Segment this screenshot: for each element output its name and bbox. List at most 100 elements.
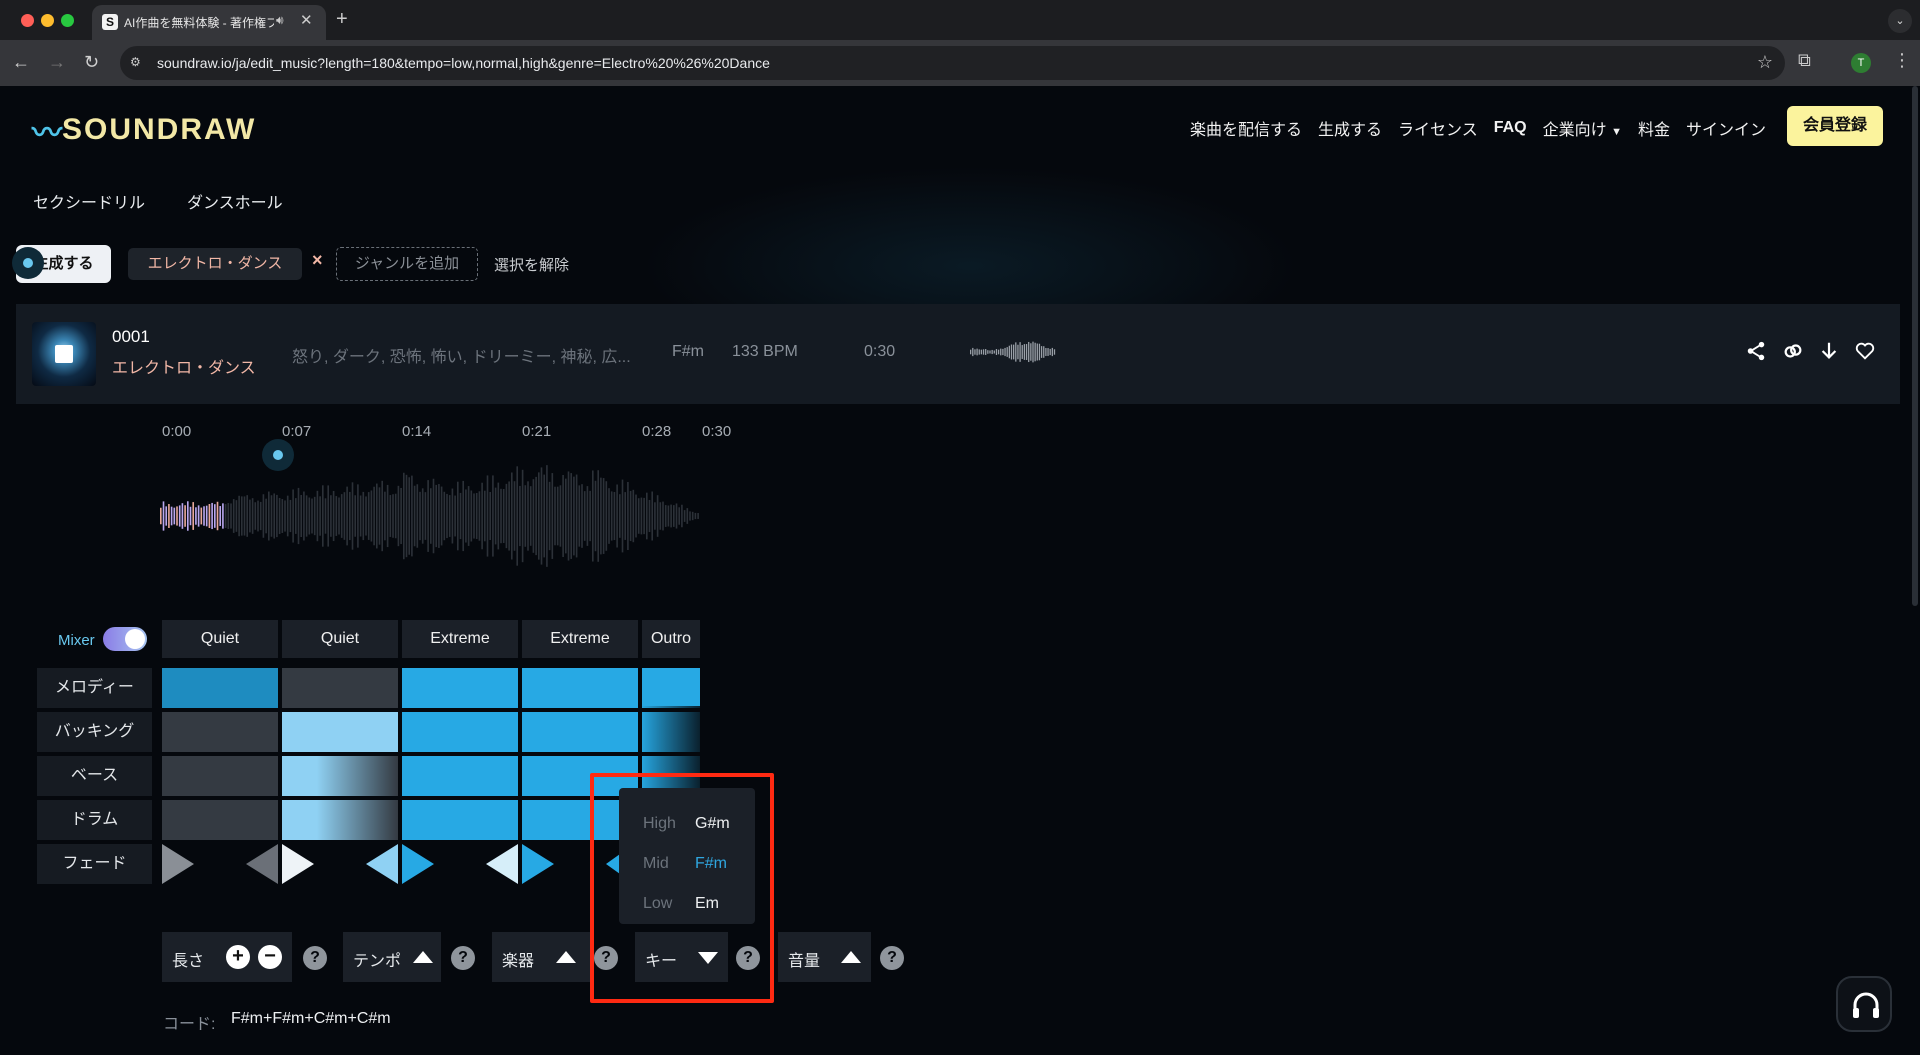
waveform-bar	[565, 478, 567, 554]
mixer-cell[interactable]	[282, 668, 398, 708]
waveform-bar	[195, 507, 197, 525]
mixer-cell[interactable]	[402, 800, 518, 840]
bookmark-star-icon[interactable]: ☆	[1757, 52, 1773, 73]
close-tab-icon[interactable]: ✕	[300, 11, 313, 29]
tempo-help-icon[interactable]: ?	[451, 946, 475, 970]
waveform-bar	[646, 492, 648, 540]
forward-icon[interactable]: →	[48, 52, 66, 73]
mixer-toggle[interactable]	[103, 627, 147, 651]
volume-help-icon[interactable]: ?	[880, 946, 904, 970]
fade-in-arrow-icon[interactable]	[162, 844, 194, 884]
section-header[interactable]: Quiet	[162, 620, 278, 658]
stop-icon[interactable]	[55, 345, 73, 363]
share-icon[interactable]	[1745, 339, 1767, 363]
browser-menu-icon[interactable]: ⋮	[1893, 50, 1911, 71]
timeline-tick: 0:30	[702, 423, 732, 440]
speaker-icon[interactable]: 🔊︎	[276, 13, 284, 28]
close-window-button[interactable]	[21, 14, 34, 27]
mixer-cell[interactable]	[642, 668, 700, 708]
mixer-cell[interactable]	[402, 712, 518, 752]
url-text[interactable]: soundraw.io/ja/edit_music?length=180&tem…	[157, 55, 770, 71]
volume-control[interactable]: 音量	[778, 932, 871, 982]
mixer-cell[interactable]	[402, 668, 518, 708]
heart-icon[interactable]	[1854, 339, 1876, 363]
waveform-bar	[197, 505, 200, 527]
section-header[interactable]: Outro	[642, 620, 700, 658]
timeline-tick: 0:07	[282, 423, 312, 440]
main-waveform[interactable]	[160, 456, 700, 576]
new-tab-icon[interactable]: +	[336, 8, 348, 31]
profile-avatar[interactable]: T	[1851, 53, 1871, 73]
waveform-bar	[370, 490, 373, 542]
reload-icon[interactable]: ↻	[84, 52, 99, 73]
link-icon[interactable]	[1782, 339, 1804, 363]
instruments-control[interactable]: 楽器	[492, 932, 590, 982]
waveform-bar	[362, 491, 365, 541]
back-icon[interactable]: ←	[12, 52, 30, 73]
minus-icon[interactable]: −	[258, 945, 282, 969]
remove-genre-icon[interactable]: ×	[312, 250, 323, 271]
nav-generate[interactable]: 生成する	[1318, 116, 1382, 140]
fade-out-arrow-icon[interactable]	[366, 844, 398, 884]
waveform-bar	[670, 504, 672, 528]
length-help-icon[interactable]: ?	[303, 946, 327, 970]
nav-signin[interactable]: サインイン	[1686, 116, 1766, 140]
mixer-cell[interactable]	[162, 712, 278, 752]
fade-in-arrow-icon[interactable]	[522, 844, 554, 884]
waveform-bar	[200, 507, 203, 525]
nav-enterprise[interactable]: 企業向け ▼	[1543, 116, 1622, 140]
waveform-bar	[270, 495, 273, 537]
download-icon[interactable]	[1818, 339, 1840, 363]
mixer-cell[interactable]	[162, 756, 278, 796]
waveform-bar	[316, 490, 319, 542]
maximize-window-button[interactable]	[61, 14, 74, 27]
browser-tab[interactable]: S AI作曲を無料体験 - 著作権フ 🔊︎ ✕	[92, 5, 326, 40]
clear-selection-link[interactable]: 選択を解除	[494, 254, 569, 275]
mixer-cell[interactable]	[282, 756, 398, 796]
tab-search-icon[interactable]: ⌄	[1888, 9, 1912, 33]
plus-icon[interactable]: +	[226, 945, 250, 969]
mixer-cell[interactable]	[522, 712, 638, 752]
waveform-bar	[330, 495, 332, 537]
fade-out-arrow-icon[interactable]	[246, 844, 278, 884]
mixer-cell[interactable]	[402, 756, 518, 796]
minimize-window-button[interactable]	[41, 14, 54, 27]
waveform-bar	[529, 486, 532, 546]
site-settings-icon[interactable]: ⚙	[130, 55, 146, 71]
waveform-bar	[241, 496, 243, 536]
fade-in-arrow-icon[interactable]	[402, 844, 434, 884]
waveform-bar	[373, 486, 375, 546]
category-sexy-drill[interactable]: セクシードリル	[33, 189, 145, 213]
section-header[interactable]: Extreme	[522, 620, 638, 658]
extensions-icon[interactable]: ⧉	[1798, 50, 1811, 71]
fade-out-arrow-icon[interactable]	[486, 844, 518, 884]
support-button[interactable]	[1836, 976, 1892, 1032]
track-thumbnail[interactable]	[32, 322, 96, 386]
mixer-cell[interactable]	[162, 800, 278, 840]
mixer-cell[interactable]	[522, 668, 638, 708]
add-genre-button[interactable]: ジャンルを追加	[336, 247, 478, 281]
genre-chip[interactable]: エレクトロ・ダンス	[128, 248, 302, 280]
mini-waveform[interactable]	[970, 338, 1056, 366]
nav-distribute[interactable]: 楽曲を配信する	[1190, 116, 1302, 140]
logo-text: SOUNDRAW	[62, 113, 257, 146]
tempo-control[interactable]: テンポ	[343, 932, 441, 982]
fade-in-arrow-icon[interactable]	[282, 844, 314, 884]
section-header[interactable]: Quiet	[282, 620, 398, 658]
waveform-bar	[451, 488, 454, 544]
signup-button[interactable]: 会員登録	[1787, 106, 1883, 146]
mixer-cell[interactable]	[162, 668, 278, 708]
soundraw-logo[interactable]: 〰 SOUNDRAW	[32, 112, 257, 151]
waveform-bar	[394, 493, 397, 539]
page-scrollbar[interactable]	[1912, 86, 1918, 606]
waveform-bar	[419, 491, 421, 541]
nav-license[interactable]: ライセンス	[1398, 116, 1478, 140]
mixer-cell[interactable]	[282, 712, 398, 752]
waveform-bar	[292, 489, 294, 543]
category-dancehall[interactable]: ダンスホール	[187, 189, 283, 213]
nav-pricing[interactable]: 料金	[1638, 116, 1670, 140]
address-bar[interactable]: ⚙ soundraw.io/ja/edit_music?length=180&t…	[120, 46, 1785, 80]
section-header[interactable]: Extreme	[402, 620, 518, 658]
mixer-cell[interactable]	[282, 800, 398, 840]
nav-faq[interactable]: FAQ	[1494, 119, 1527, 137]
